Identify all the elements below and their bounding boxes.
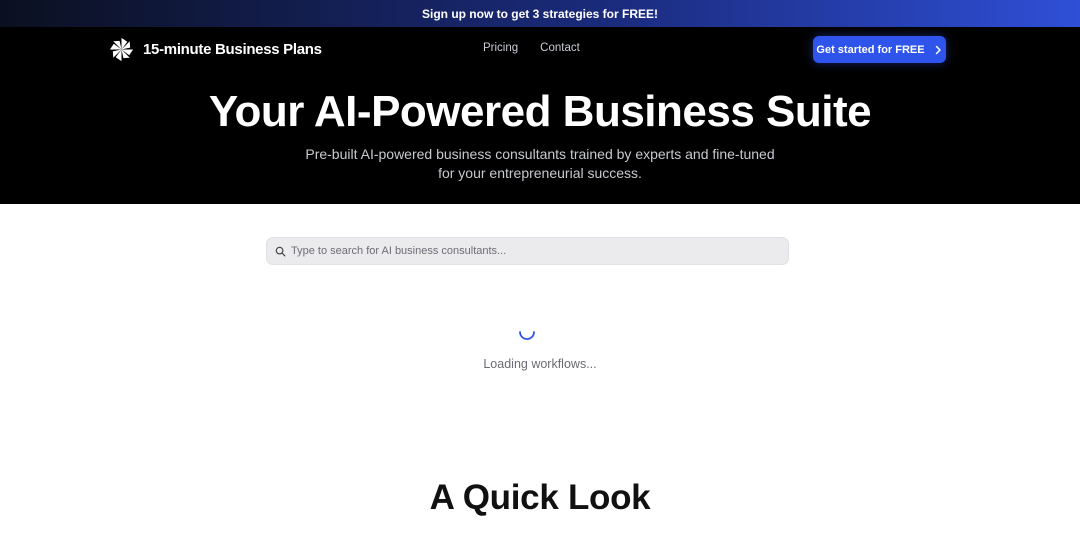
loading-spinner-icon	[519, 331, 535, 340]
logo-text: 15-minute Business Plans	[143, 41, 322, 58]
main-nav: Pricing Contact	[483, 42, 580, 54]
loading-text: Loading workflows...	[483, 357, 597, 371]
search-input[interactable]	[291, 245, 781, 257]
search-bar[interactable]	[266, 237, 789, 265]
pinwheel-logo-icon	[109, 37, 134, 62]
promo-text: Sign up now to get 3 strategies for FREE…	[421, 6, 658, 21]
hero-subtitle: Pre-built AI-powered business consultant…	[305, 146, 775, 181]
logo[interactable]: 15-minute Business Plans	[108, 36, 322, 63]
hero-title: Your AI-Powered Business Suite	[208, 87, 872, 136]
hero-section: 15-minute Business Plans Pricing Contact…	[0, 27, 1080, 204]
section-title: A Quick Look	[429, 478, 651, 517]
nav-link-pricing[interactable]: Pricing	[483, 42, 518, 54]
nav-link-contact[interactable]: Contact	[540, 42, 580, 54]
search-icon	[275, 246, 286, 256]
promo-banner[interactable]: Sign up now to get 3 strategies for FREE…	[0, 0, 1080, 27]
get-started-label: Get started for FREE	[816, 43, 925, 56]
chevron-right-icon	[935, 45, 941, 54]
get-started-button[interactable]: Get started for FREE	[813, 36, 946, 63]
